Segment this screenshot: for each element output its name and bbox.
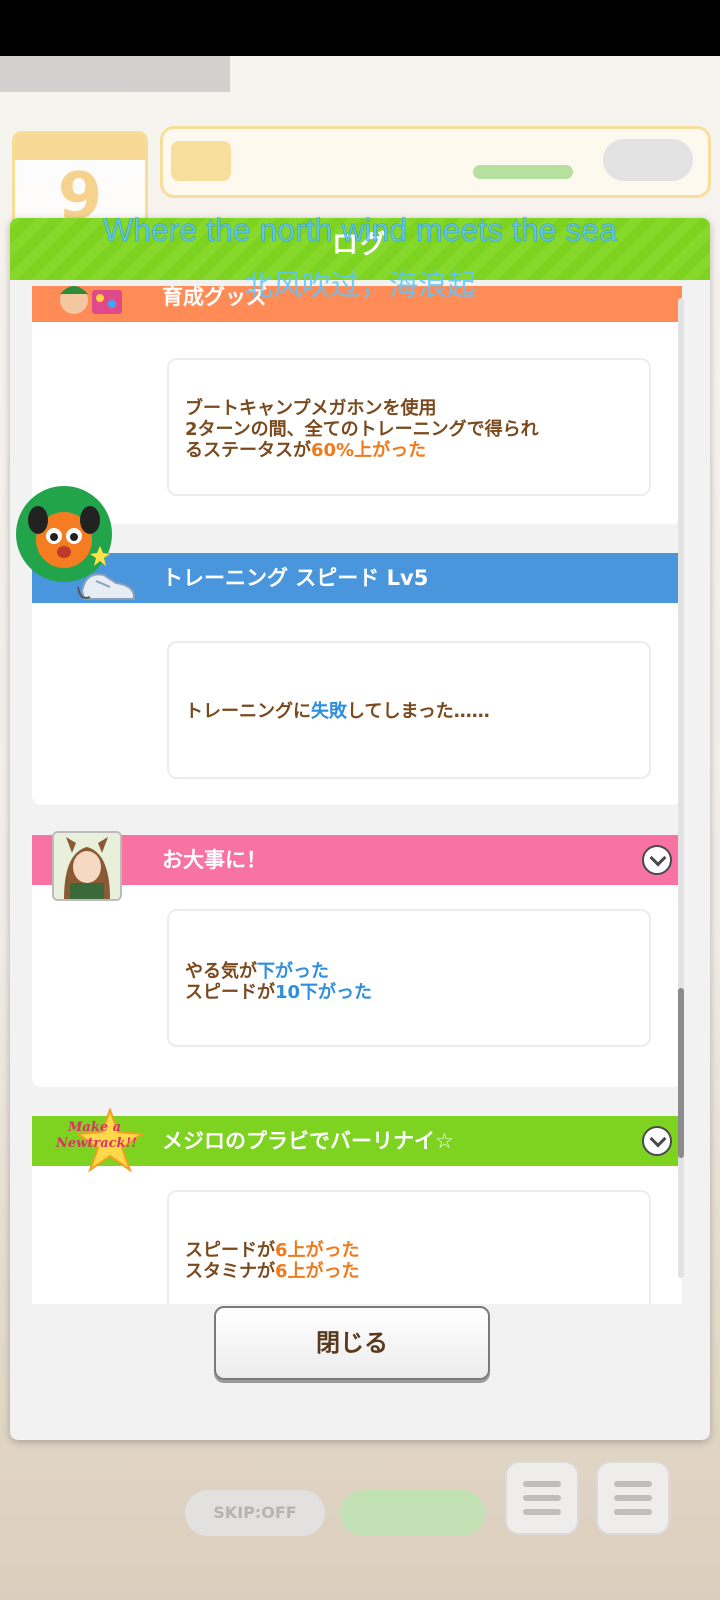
close-button[interactable]: 閉じる — [214, 1306, 490, 1380]
log-entry-3-line-2-prefix: スピードが — [185, 982, 275, 1003]
log-entry-3-text: やる気が下がった スピードが10下がった — [185, 961, 372, 1003]
logo-text-line-2: Newtrack!! — [56, 1136, 137, 1151]
log-entry-1-line-3: るステータスが60%上がった — [185, 440, 539, 461]
scrollbar-thumb[interactable] — [678, 988, 684, 1158]
log-entry-4-text: スピードが6上がった スタミナが6上がった — [185, 1240, 360, 1282]
character-portrait — [52, 831, 122, 901]
subtitle-chinese: 北风吹过，海浪起 — [243, 268, 476, 302]
mascot-icon[interactable] — [16, 486, 112, 582]
log-entry-3: お大事に！ やる気が下がった スピードが10下がった — [32, 831, 682, 1087]
log-entry-1-line-3-highlight: 60%上がった — [311, 440, 427, 461]
log-entry-4-line-1-highlight: 6上がった — [275, 1240, 360, 1261]
log-entry-3-title: お大事に！ — [162, 848, 267, 872]
make-a-new-track-logo: Make a Newtrack!! — [54, 1108, 150, 1174]
log-entry-4-line-1: スピードが6上がった — [185, 1240, 360, 1261]
mascot-face-icon — [28, 506, 110, 568]
log-entry-3-line-1: やる気が下がった — [185, 961, 372, 982]
log-entry-2: トレーニング スピード Lv5 トレーニングに失敗してしまった…… — [32, 553, 682, 805]
character-portrait-image — [54, 833, 120, 899]
log-entry-4-line-1-prefix: スピードが — [185, 1240, 275, 1261]
log-entry-3-line-2-highlight: 10下がった — [275, 982, 373, 1003]
log-entry-1-text: ブートキャンプメガホンを使用 2ターンの間、全てのトレーニングで得られ るステー… — [185, 398, 539, 461]
log-entry-4-expand-icon[interactable] — [642, 1126, 672, 1156]
log-entry-2-suffix: してしまった…… — [347, 701, 490, 722]
log-entry-4-title: メジロのプラビでバーリナイ☆ — [162, 1129, 454, 1153]
log-entry-4-line-2: スタミナが6上がった — [185, 1261, 360, 1282]
log-entry-3-card: やる気が下がった スピードが10下がった — [167, 909, 651, 1047]
log-entry-4-line-2-prefix: スタミナが — [185, 1261, 275, 1282]
log-entry-2-prefix: トレーニングに — [185, 701, 311, 722]
log-entry-3-line-1-prefix: やる気が — [185, 961, 257, 982]
log-entry-3-line-2: スピードが10下がった — [185, 982, 372, 1003]
log-entry-2-title: トレーニング スピード Lv5 — [162, 566, 429, 590]
log-entry-3-expand-icon[interactable] — [642, 845, 672, 875]
log-entry-1-card: ブートキャンプメガホンを使用 2ターンの間、全てのトレーニングで得られ るステー… — [167, 358, 651, 496]
log-entry-4-card: スピードが6上がった スタミナが6上がった — [167, 1190, 651, 1304]
log-entry-3-bar: お大事に！ — [32, 835, 682, 885]
log-entry-4-line-2-highlight: 6上がった — [275, 1261, 360, 1282]
log-entry-3-line-1-highlight: 下がった — [257, 961, 329, 982]
log-entry-2-text: トレーニングに失敗してしまった…… — [185, 701, 490, 722]
logo-text-line-1: Make a — [68, 1120, 122, 1135]
subtitle-english: Where the north wind meets the sea — [102, 212, 618, 249]
log-entry-4: メジロのプラビでバーリナイ☆ Make a Newtrack!! スピードが6上… — [32, 1108, 682, 1304]
log-entry-1: 育成グッズ ブートキャンプメガホンを使用 2ターンの間、全てのトレーニングで得ら… — [32, 286, 682, 524]
log-dialog: ログ 育成グッズ ブートキャンプメガホンを使用 2ターンの間、全てのトレーニング… — [10, 218, 710, 1440]
log-entry-1-line-3-prefix: るステータスが — [185, 440, 311, 461]
log-list[interactable]: 育成グッズ ブートキャンプメガホンを使用 2ターンの間、全てのトレーニングで得ら… — [32, 286, 682, 1304]
log-entry-2-card: トレーニングに失敗してしまった…… — [167, 641, 651, 779]
log-entry-2-highlight: 失敗 — [311, 701, 347, 722]
log-entry-1-line-1: ブートキャンプメガホンを使用 — [185, 398, 437, 419]
log-entry-1-line-2: 2ターンの間、全てのトレーニングで得られ — [185, 419, 539, 440]
close-button-label: 閉じる — [316, 1329, 388, 1357]
